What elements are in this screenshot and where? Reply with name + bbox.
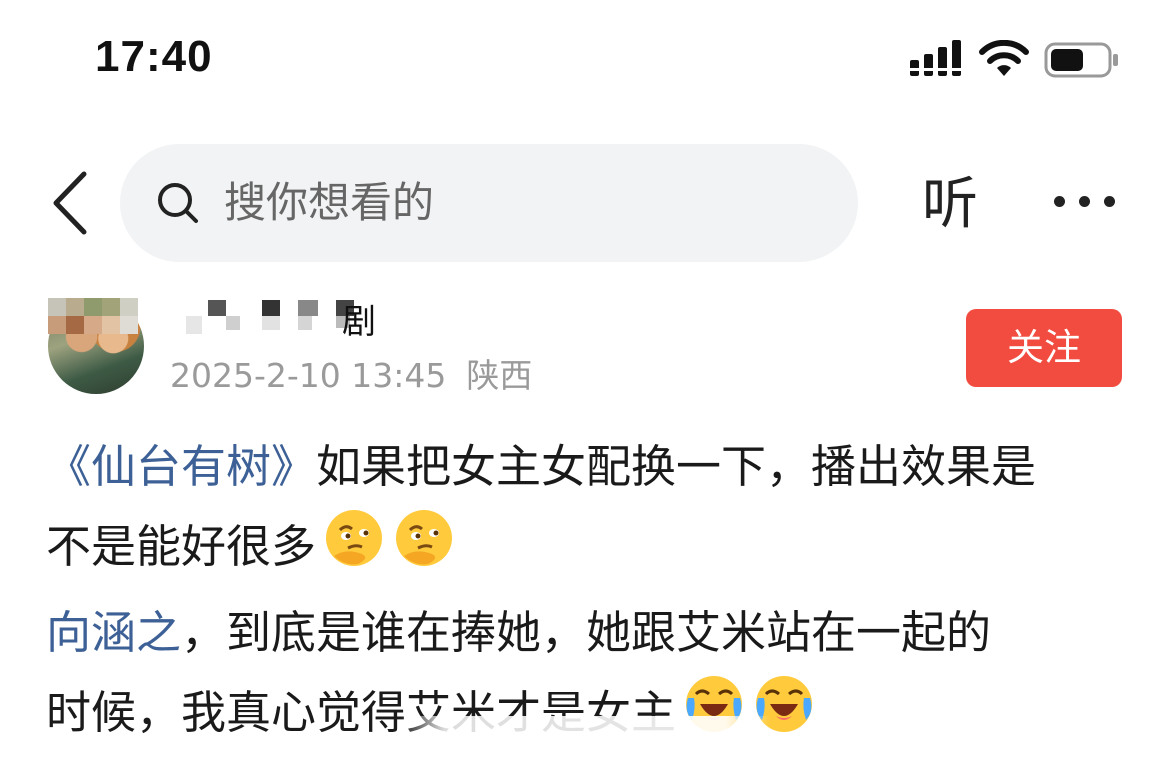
paragraph-1-line2: 不是能好很多 [46, 520, 317, 573]
post-meta: 2025-2-10 13:45 陕西 [170, 354, 552, 398]
paragraph-1: 《仙台有树》如果把女主女配换一下，播出效果是不是能好很多 [46, 428, 1136, 586]
search-input[interactable]: 搜你想看的 [120, 144, 858, 262]
watermark-overlay [400, 716, 770, 757]
actress-name-link[interactable]: 向涵之 [46, 606, 181, 659]
avatar-mosaic [48, 298, 144, 338]
drama-title-link[interactable]: 《仙台有树》 [46, 440, 316, 493]
paragraph-1-text: 如果把女主女配换一下，播出效果是 [316, 440, 1037, 493]
ellipsis-icon[interactable] [1052, 194, 1118, 210]
thinking-face-icon [396, 510, 453, 566]
search-icon [158, 183, 198, 223]
thinking-face-icon [326, 510, 383, 566]
paragraph-2-text: ，到底是谁在捧她，她跟艾米站在一起的 [181, 606, 992, 659]
search-placeholder: 搜你想看的 [224, 178, 435, 227]
post-body: 《仙台有树》如果把女主女配换一下，播出效果是不是能好很多 向涵之，到底是谁在捧她… [46, 428, 1136, 752]
follow-button[interactable]: 关注 [966, 309, 1122, 387]
author-name[interactable]: 剧 [342, 300, 376, 344]
signal-icon [910, 40, 961, 76]
listen-button[interactable]: 听 [922, 170, 978, 240]
wifi-icon [979, 40, 1029, 76]
post-date: 2025-2-10 13:45 [170, 356, 447, 395]
post-location: 陕西 [466, 356, 533, 395]
status-time: 17:40 [95, 32, 213, 81]
battery-icon [1044, 42, 1118, 78]
chevron-left-icon[interactable] [46, 170, 96, 236]
post-detail-page: 17:40 搜你想看的 听 剧 2025-2-10 13:45 陕西 关注 《仙… [0, 0, 1170, 757]
